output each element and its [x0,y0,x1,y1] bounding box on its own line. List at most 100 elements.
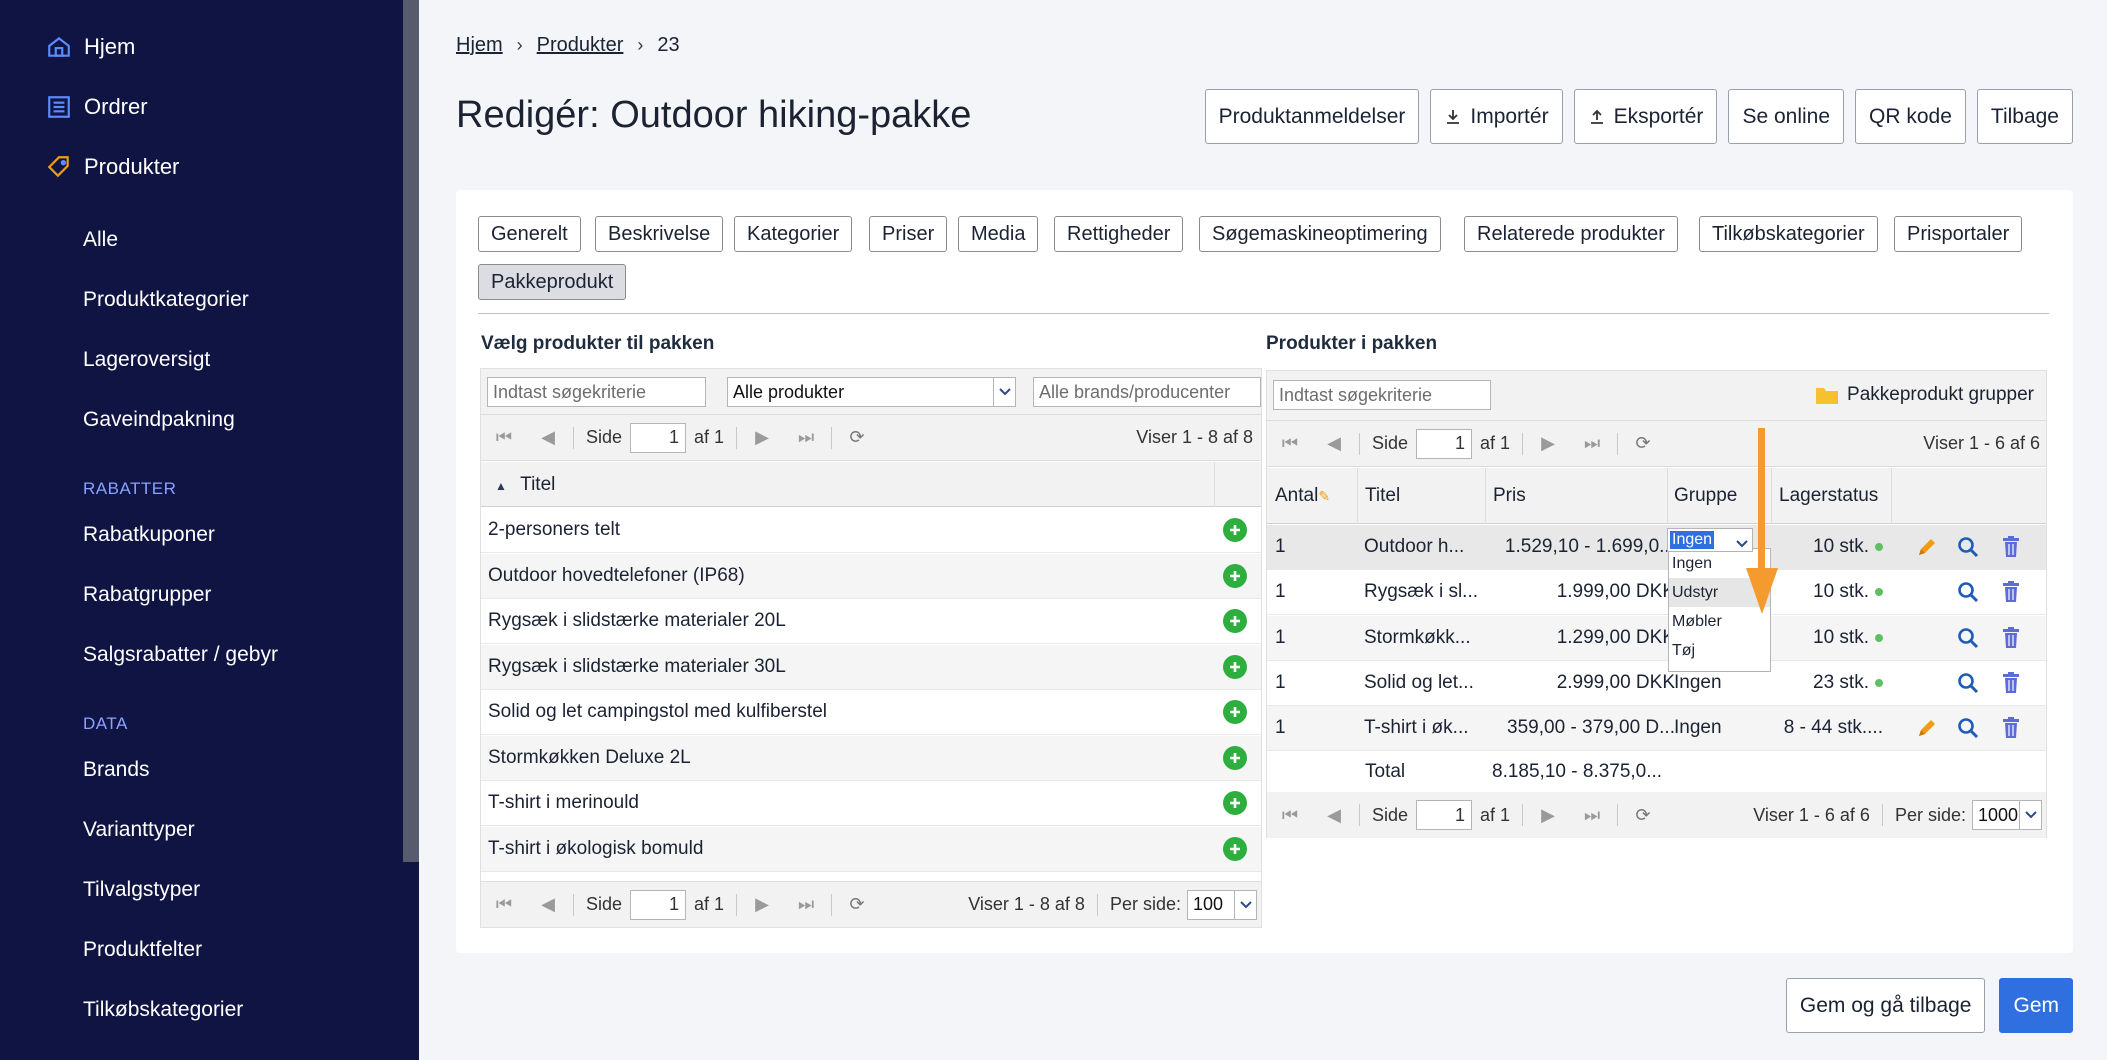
sidebar-scrollbar-thumb[interactable] [403,0,419,862]
sidebar-item-gift-wrap[interactable]: Gaveindpakning [83,408,235,432]
add-icon[interactable] [1223,791,1247,815]
sidebar-item-orders[interactable]: Ordrer [46,94,148,120]
group-select[interactable]: Ingen [1667,528,1753,552]
tab-prices[interactable]: Priser [869,216,948,252]
tab-categories[interactable]: Kategorier [734,216,853,252]
table-row[interactable]: 1 Outdoor h... 1.529,10 - 1.699,0... 10 stk… [1267,525,2046,570]
table-row[interactable]: 1 Rygsæk i sl... 1.999,00 DKK 10 stk. [1267,570,2046,616]
add-icon[interactable] [1223,518,1247,542]
add-icon[interactable] [1223,563,1247,588]
per-page-select[interactable]: 100 [1187,889,1257,920]
table-row[interactable]: Rygsæk i slidstærke materialer 20L [481,599,1261,644]
sidebar-item-sales-discounts[interactable]: Salgsrabatter / gebyr [83,643,278,667]
sidebar-item-brands[interactable]: Brands [83,758,150,782]
first-page-icon[interactable]: ⏮ [1277,433,1303,454]
tab-description[interactable]: Beskrivelse [595,216,724,252]
edit-icon[interactable] [1914,534,1940,560]
breadcrumb-home-link[interactable]: Hjem [456,34,503,57]
next-page-icon[interactable]: ▶ [1535,433,1561,454]
trash-icon[interactable] [1998,670,2024,696]
table-row[interactable]: Outdoor hovedtelefoner (IP68) [481,553,1261,599]
trash-icon[interactable] [1998,579,2024,605]
per-page-select[interactable]: 1000 [1972,800,2042,830]
add-icon[interactable] [1223,836,1247,861]
add-icon[interactable] [1223,700,1247,724]
search-icon[interactable] [1955,715,1981,741]
table-row[interactable]: Solid og let campingstol med kulfiberste… [481,690,1261,735]
page-number-input[interactable]: 1 [1416,800,1473,830]
tab-permissions[interactable]: Rettigheder [1054,216,1184,252]
page-number-input[interactable]: 1 [1416,428,1473,459]
save-and-back-button[interactable]: Gem og gå tilbage [1785,978,1986,1033]
group-column-header[interactable]: Gruppe [1674,485,1737,507]
add-icon[interactable] [1223,654,1247,679]
export-button[interactable]: Eksportér [1573,89,1718,144]
left-product-filter-select[interactable]: Alle produkter [727,377,1016,407]
trash-icon[interactable] [1998,625,2024,651]
add-icon[interactable] [1223,745,1247,770]
group-option[interactable]: Tøj [1669,636,1770,665]
save-button[interactable]: Gem [1999,978,2073,1033]
sidebar-item-product-fields[interactable]: Produktfelter [83,938,202,962]
search-icon[interactable] [1955,534,1981,560]
sidebar-item-home[interactable]: Hjem [46,34,135,60]
tab-media[interactable]: Media [958,216,1039,252]
search-icon[interactable] [1955,579,1981,605]
sidebar-item-variant-types[interactable]: Varianttyper [83,818,195,842]
search-icon[interactable] [1955,625,1981,651]
next-page-icon[interactable]: ▶ [1535,805,1561,826]
sidebar-item-addon-categories[interactable]: Tilkøbskategorier [83,998,243,1022]
edit-icon[interactable] [1914,715,1940,741]
next-page-icon[interactable]: ▶ [749,427,775,448]
sidebar-item-stock[interactable]: Lageroversigt [83,348,210,372]
sidebar-item-all[interactable]: Alle [83,228,118,252]
sidebar-item-option-types[interactable]: Tilvalgstyper [83,878,200,902]
table-row[interactable]: 1 T-shirt i øk... 359,00 - 379,00 D... Inge… [1267,706,2046,752]
title-column-header[interactable]: Titel [1365,485,1400,507]
table-row[interactable]: Rygsæk i slidstærke materialer 30L [481,644,1261,690]
table-row[interactable]: Stormkøkken Deluxe 2L [481,735,1261,781]
refresh-icon[interactable]: ⟳ [844,894,870,915]
table-row[interactable]: 1 Solid og let... 2.999,00 DKK Ingen 23 stk. [1267,661,2046,706]
tab-seo[interactable]: Søgemaskineoptimering [1199,216,1441,252]
refresh-icon[interactable]: ⟳ [1630,805,1656,826]
right-search-input[interactable]: Indtast søgekriterie [1273,380,1491,410]
qr-code-button[interactable]: QR kode [1855,89,1966,144]
back-button[interactable]: Tilbage [1976,89,2073,144]
table-row[interactable]: 1 Stormkøkk... 1.299,00 DKK 10 stk. [1267,615,2046,661]
first-page-icon[interactable]: ⏮ [1277,805,1303,826]
left-search-input[interactable]: Indtast søgekriterie [487,377,706,407]
page-number-input[interactable]: 1 [630,889,687,920]
tab-addon-categories[interactable]: Tilkøbskategorier [1699,216,1878,252]
title-column-header[interactable]: ▲ Titel [495,474,555,496]
table-row[interactable]: 2-personers telt [481,508,1261,553]
first-page-icon[interactable]: ⏮ [491,894,517,915]
prev-page-icon[interactable]: ◀ [535,894,561,915]
stock-column-header[interactable]: Lagerstatus [1779,485,1878,507]
last-page-icon[interactable]: ⏭ [793,894,819,915]
table-row[interactable]: T-shirt i merinould [481,781,1261,826]
last-page-icon[interactable]: ⏭ [1579,805,1605,826]
sidebar-item-products[interactable]: Produkter [46,154,179,180]
refresh-icon[interactable]: ⟳ [1630,433,1656,454]
page-number-input[interactable]: 1 [630,422,687,453]
tab-bundle-product[interactable]: Pakkeprodukt [478,264,627,300]
view-online-button[interactable]: Se online [1728,89,1845,144]
last-page-icon[interactable]: ⏭ [793,427,819,448]
tab-related-products[interactable]: Relaterede produkter [1464,216,1678,252]
trash-icon[interactable] [1998,534,2024,560]
product-reviews-button[interactable]: Produktanmeldelser [1204,89,1420,144]
sidebar-item-discount-groups[interactable]: Rabatgrupper [83,583,211,607]
tab-price-portals[interactable]: Prisportaler [1894,216,2023,252]
next-page-icon[interactable]: ▶ [749,894,775,915]
qty-column-header[interactable]: Antal✎ [1275,485,1330,507]
breadcrumb-products-link[interactable]: Produkter [537,34,624,57]
last-page-icon[interactable]: ⏭ [1579,433,1605,454]
price-column-header[interactable]: Pris [1493,485,1526,507]
tab-general[interactable]: Generelt [478,216,581,252]
bundle-groups-link[interactable]: Pakkeprodukt grupper [1815,384,2034,406]
import-button[interactable]: Importér [1430,89,1563,144]
prev-page-icon[interactable]: ◀ [1321,433,1347,454]
sidebar-item-product-categories[interactable]: Produktkategorier [83,288,249,312]
sidebar-item-coupons[interactable]: Rabatkuponer [83,523,215,547]
